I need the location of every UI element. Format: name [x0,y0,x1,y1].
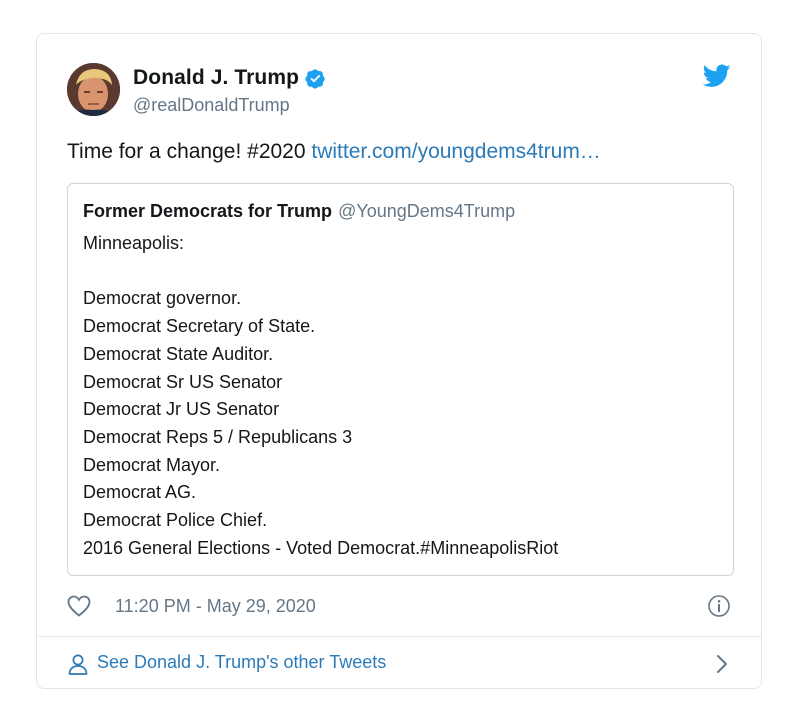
tweet-body: Time for a change! #2020 [67,140,312,163]
tweet-link[interactable]: twitter.com/youngdems4trum… [311,140,600,163]
tweet-timestamp[interactable]: 11:20 PM - May 29, 2020 [115,596,316,617]
heart-icon[interactable] [67,595,91,617]
author-handle[interactable]: @realDonaldTrump [133,95,290,116]
quoted-line: Democrat AG. [83,482,197,503]
tweet-meta: 11:20 PM - May 29, 2020 [67,593,731,621]
quoted-line: 2016 General Elections - Voted Democrat.… [83,537,559,558]
author-display-name[interactable]: Donald J. Trump [133,66,299,90]
other-tweets-label[interactable]: See Donald J. Trump's other Tweets [97,652,386,673]
tweet-header: Donald J. Trump @realDonaldTrump [67,62,731,118]
tweet-text: Time for a change! #2020 twitter.com/you… [67,140,601,164]
quoted-author-handle: @YoungDems4Trump [338,201,516,221]
avatar[interactable] [67,63,120,116]
embedded-tweet-card: Donald J. Trump @realDonaldTrump Time fo… [36,33,762,689]
quoted-line: Democrat Secretary of State. [83,316,316,337]
quoted-line: Democrat Jr US Senator [83,399,280,420]
twitter-bird-icon[interactable] [703,64,731,88]
quoted-tweet-body: Minneapolis: Democrat governor. Democrat… [83,230,558,562]
quoted-line: Democrat Police Chief. [83,510,268,531]
quoted-tweet-header: Former Democrats for Trump @YoungDems4Tru… [83,201,515,222]
chevron-right-icon[interactable] [715,653,729,675]
info-icon[interactable] [707,594,731,618]
divider [37,636,761,637]
quoted-line: Democrat Sr US Senator [83,371,283,392]
other-tweets-link[interactable]: See Donald J. Trump's other Tweets [67,650,731,678]
person-icon [68,654,88,675]
quoted-line: Minneapolis: [83,233,185,253]
quoted-line: Democrat Reps 5 / Republicans 3 [83,426,353,447]
quoted-line [83,258,558,286]
quoted-line: Democrat Mayor. [83,454,221,475]
verified-badge-icon [305,68,325,89]
quoted-line: Democrat State Auditor. [83,343,274,364]
quoted-tweet[interactable]: Former Democrats for Trump @YoungDems4Tru… [67,183,734,576]
author-name-row: Donald J. Trump [133,66,326,90]
quoted-author-name: Former Democrats for Trump [83,201,333,221]
quoted-line: Democrat governor. [83,288,242,309]
